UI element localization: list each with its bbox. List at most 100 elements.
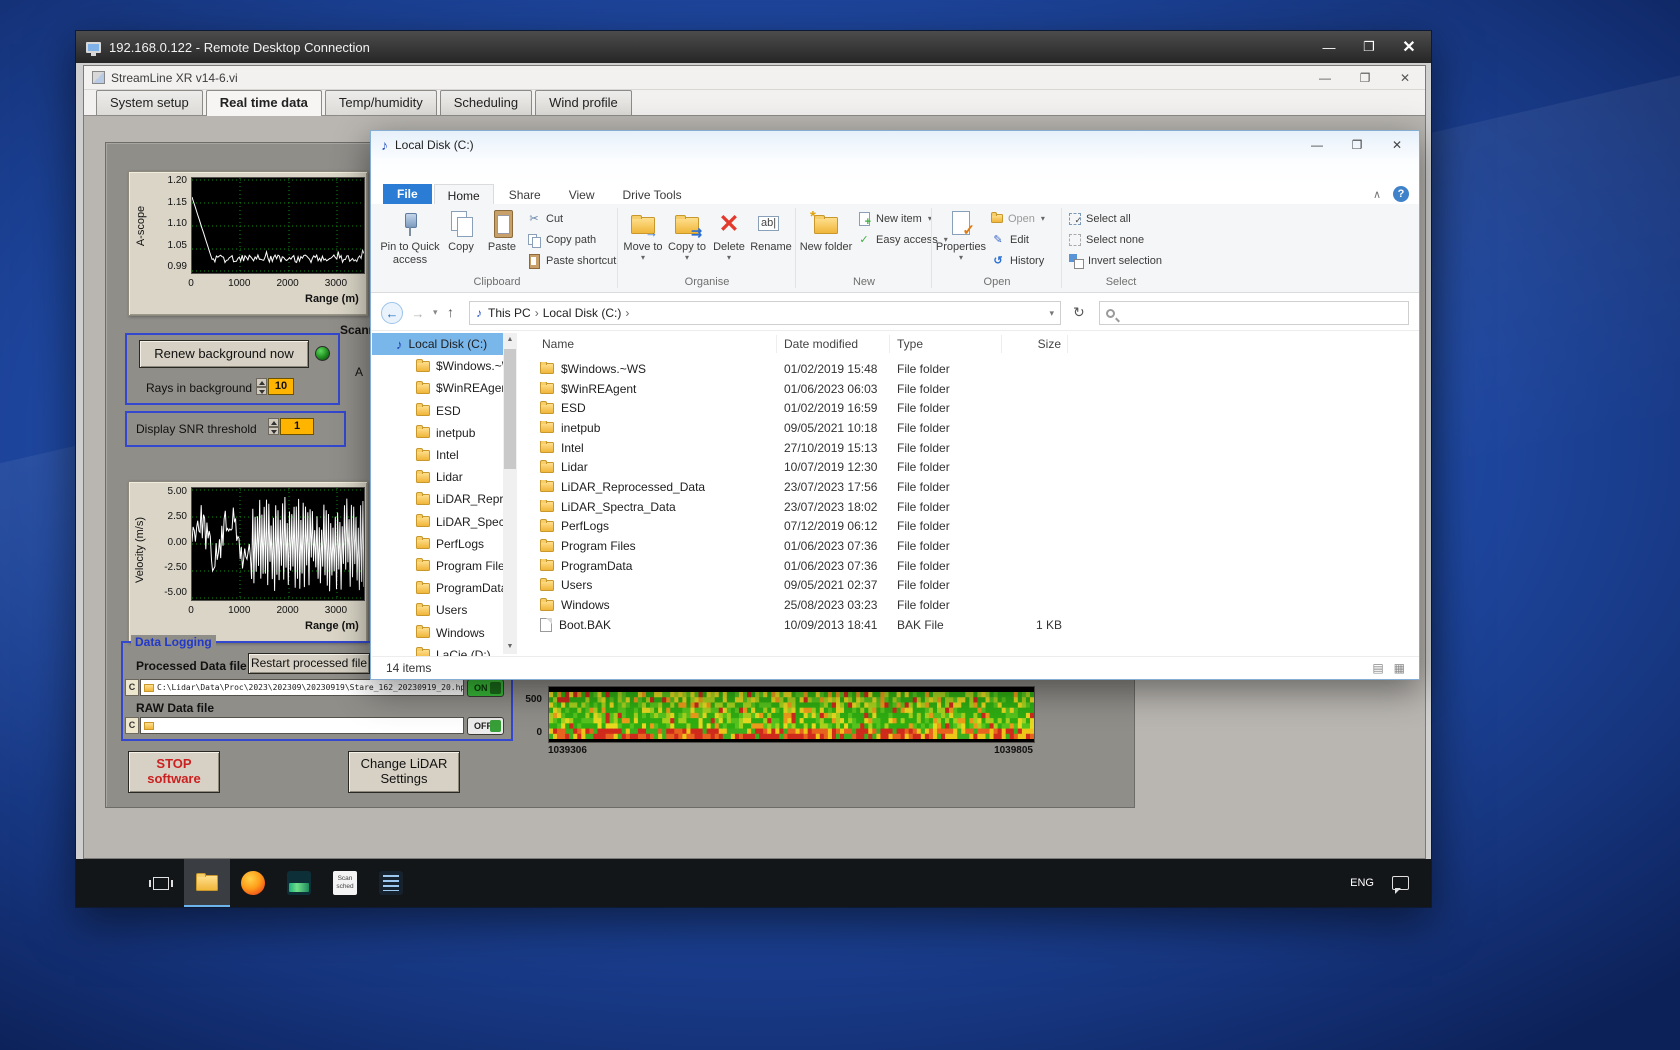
file-explorer-taskbar-button[interactable] [184,859,230,907]
tree-item[interactable]: LiDAR_Spectra_ [372,511,503,533]
search-box[interactable] [1099,301,1409,325]
file-row[interactable]: Program Files 01/06/2023 07:36 File folder [518,536,1419,556]
paste-shortcut-button[interactable]: Paste shortcut [523,250,620,271]
open-button[interactable]: Open ▾ [987,208,1049,229]
paste-button[interactable]: Paste [481,206,523,274]
tree-item[interactable]: ♪ Local Disk (C:) [372,333,503,356]
file-row[interactable]: ProgramData 01/06/2023 07:36 File folder [518,556,1419,576]
raw-logging-toggle[interactable]: OFF [467,717,504,735]
tree-item[interactable]: Lidar [372,466,503,488]
tree-item[interactable]: Windows [372,621,503,643]
details-view-icon[interactable]: ▤ [1372,661,1383,675]
new-folder-button[interactable]: * New folder [799,206,853,274]
tree-item[interactable]: Users [372,599,503,621]
rays-spinner[interactable] [256,378,267,395]
copy-path-button[interactable]: Copy path [523,229,620,250]
scrollbar-thumb[interactable] [504,349,516,469]
file-row[interactable]: LiDAR_Spectra_Data 23/07/2023 18:02 File f… [518,497,1419,517]
delete-button[interactable]: ✕ Delete ▾ [709,206,749,274]
tree-item[interactable]: Program Files [372,555,503,577]
file-row[interactable]: inetpub 09/05/2021 10:18 File folder [518,418,1419,438]
edit-button[interactable]: ✎ Edit [987,229,1049,250]
scan-scheduler-taskbar-button[interactable]: Scan sched [322,859,368,907]
rdp-titlebar[interactable]: 192.168.0.122 - Remote Desktop Connectio… [76,31,1431,63]
raw-path-field[interactable] [140,717,464,734]
monitor-app-taskbar-button[interactable] [276,859,322,907]
tree-item[interactable]: ESD [372,400,503,422]
firefox-taskbar-button[interactable] [230,859,276,907]
tree-item[interactable]: ProgramData [372,577,503,599]
tree-item[interactable]: $WinREAgent [372,377,503,399]
address-dropdown-icon[interactable]: ▾ [1049,308,1054,319]
ribbon-tab-view[interactable]: View [556,184,608,204]
history-button[interactable]: ↺ History [987,250,1049,271]
language-indicator[interactable]: ENG [1350,877,1374,889]
copy-button[interactable]: Copy [441,206,481,274]
rdp-maximize-button[interactable]: ❐ [1357,39,1381,55]
file-row[interactable]: PerfLogs 07/12/2019 06:12 File folder [518,517,1419,537]
app-maximize-button[interactable]: ❐ [1353,71,1377,85]
file-row[interactable]: Boot.BAK 10/09/2013 18:41 BAK File 1 KB [518,615,1419,635]
file-row[interactable]: Users 09/05/2021 02:37 File folder [518,576,1419,596]
ribbon-tab-file[interactable]: File [383,184,432,204]
renew-background-button[interactable]: Renew background now [139,340,309,368]
browse-folder-icon[interactable] [144,721,154,730]
ribbon-tab-share[interactable]: Share [496,184,554,204]
cut-button[interactable]: ✂ Cut [523,208,620,229]
invert-selection-button[interactable]: Invert selection [1065,250,1166,271]
tree-item[interactable]: PerfLogs [372,533,503,555]
address-box[interactable]: ♪ This PC › Local Disk (C:) › ▾ [469,301,1061,325]
app-close-button[interactable]: ✕ [1393,71,1417,85]
move-to-button[interactable]: → Move to ▾ [621,206,665,274]
rays-value[interactable]: 10 [268,378,294,395]
column-header-size[interactable]: Size [1002,334,1068,353]
tree-item[interactable]: Intel [372,444,503,466]
file-row[interactable]: Intel 27/10/2019 15:13 File folder [518,438,1419,458]
breadcrumb-chevron-icon[interactable]: › [625,306,629,320]
forward-button[interactable]: → [407,302,429,324]
copy-to-button[interactable]: ⇉ Copy to ▾ [665,206,709,274]
list-app-taskbar-button[interactable] [368,859,414,907]
column-header-name[interactable]: Name [518,334,777,353]
snr-value[interactable]: 1 [280,418,314,435]
select-all-button[interactable]: Select all [1065,208,1166,229]
file-row[interactable]: $WinREAgent 01/06/2023 06:03 File folder [518,379,1419,399]
tree-item[interactable]: $Windows.~W [372,355,503,377]
tree-item[interactable]: LiDAR_Reproce [372,488,503,510]
breadcrumb-this-pc[interactable]: This PC [488,306,531,320]
app-minimize-button[interactable]: — [1313,71,1337,85]
processed-path-field[interactable]: C:\Lidar\Data\Proc\2023\202309\20230919\… [140,679,464,696]
task-view-button[interactable] [138,859,184,907]
rdp-minimize-button[interactable]: — [1317,40,1341,55]
refresh-icon[interactable]: ↻ [1073,304,1085,321]
processed-logging-toggle[interactable]: ON [467,679,504,697]
stop-software-button[interactable]: STOP software [128,751,220,793]
explorer-close-button[interactable]: ✕ [1385,138,1409,152]
tab-temp-humidity[interactable]: Temp/humidity [324,90,437,115]
back-button[interactable]: ← [381,302,403,324]
raw-drive-box[interactable]: C [125,717,139,734]
tab-scheduling[interactable]: Scheduling [439,90,533,115]
help-icon[interactable]: ? [1393,186,1409,202]
tree-scrollbar[interactable]: ▲ ▼ [503,333,517,654]
notification-icon[interactable] [1392,876,1409,894]
scroll-up-icon[interactable]: ▲ [503,333,517,347]
scroll-down-icon[interactable]: ▼ [503,640,517,654]
change-lidar-settings-button[interactable]: Change LiDAR Settings [348,751,460,793]
browse-folder-icon[interactable] [144,683,154,692]
file-row[interactable]: Windows 25/08/2023 03:23 File folder [518,595,1419,615]
pin-to-quick-access-button[interactable]: Pin to Quick access [379,206,441,274]
explorer-minimize-button[interactable]: — [1305,138,1329,152]
tree-item[interactable]: LaCie (D:) [372,644,503,656]
column-header-type[interactable]: Type [890,334,1002,353]
tree-item[interactable]: inetpub [372,422,503,444]
breadcrumb-chevron-icon[interactable]: › [535,306,539,320]
history-dropdown-icon[interactable]: ▾ [433,307,438,318]
tab-real-time-data[interactable]: Real time data [205,90,322,116]
file-row[interactable]: LiDAR_Reprocessed_Data 23/07/2023 17:56 Fi… [518,477,1419,497]
rename-button[interactable]: Rename [749,206,793,274]
thumbnail-view-icon[interactable]: ▦ [1394,661,1405,675]
file-row[interactable]: $Windows.~WS 01/02/2019 15:48 File folder [518,359,1419,379]
ribbon-collapse-icon[interactable]: ∧ [1373,188,1381,201]
select-none-button[interactable]: Select none [1065,229,1166,250]
